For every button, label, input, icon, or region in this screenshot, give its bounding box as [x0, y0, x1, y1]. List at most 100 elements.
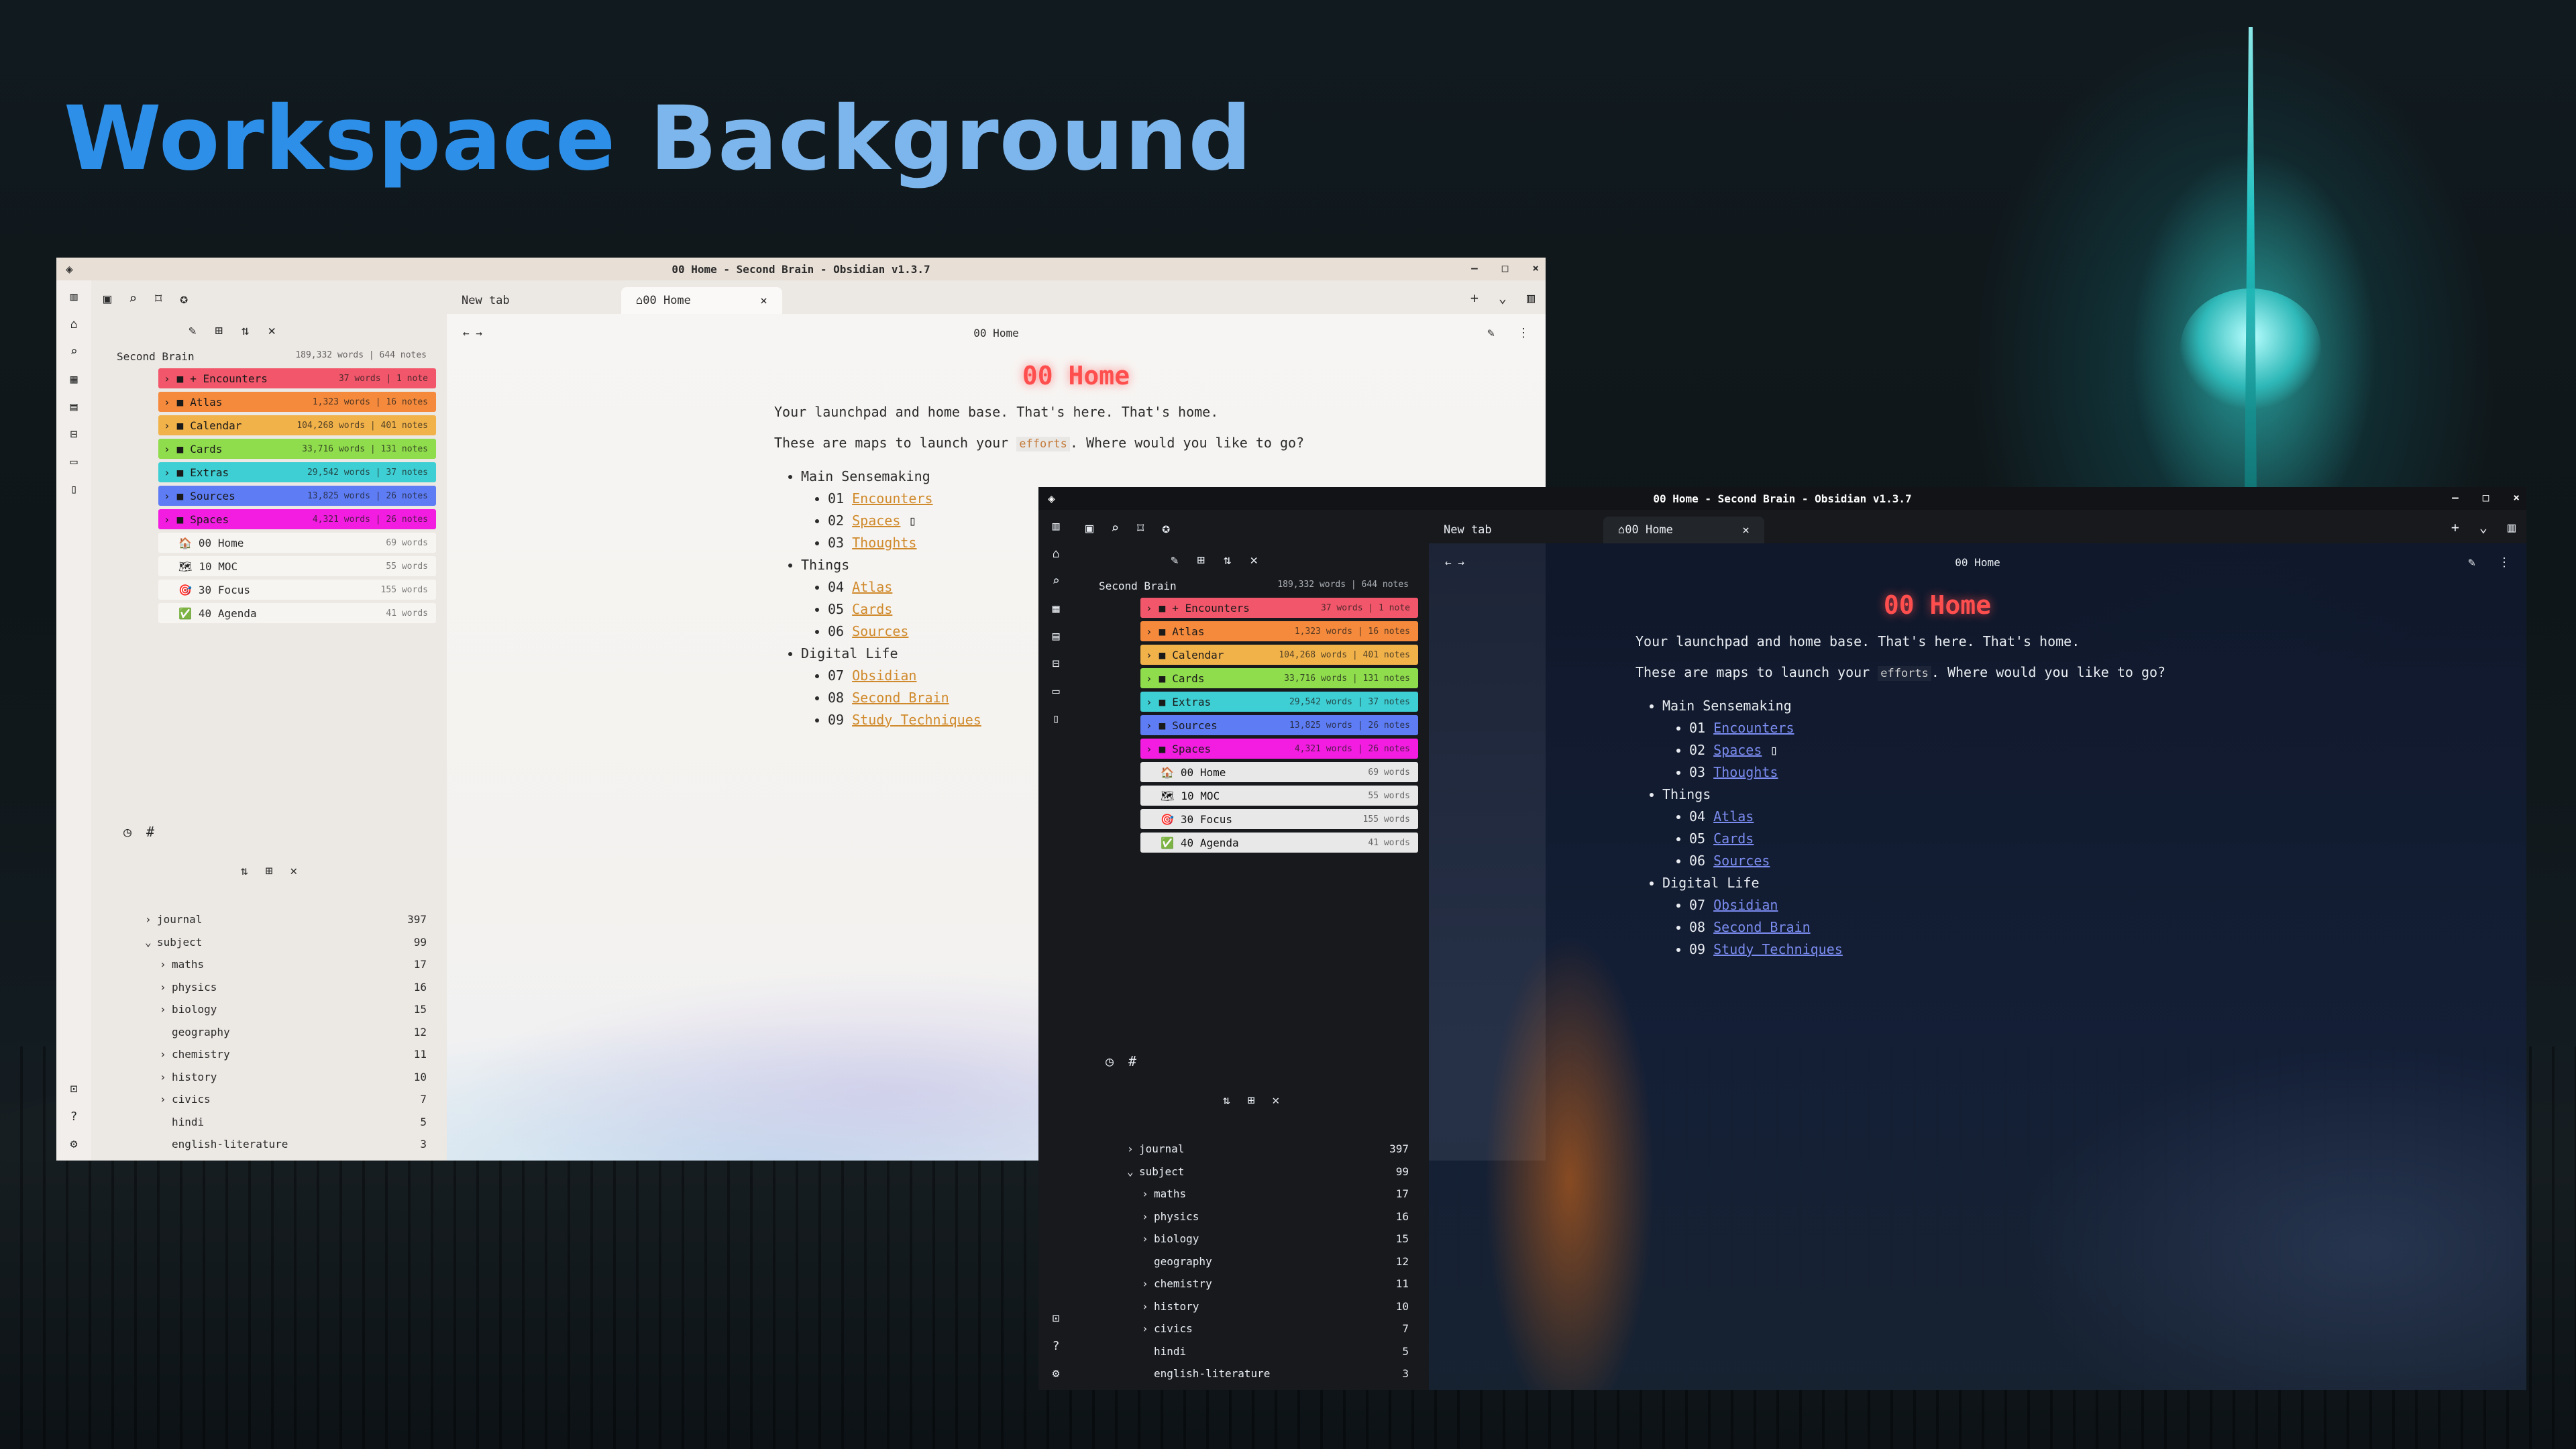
tag-item[interactable]: › chemistry 11: [1127, 1273, 1429, 1295]
tag-item[interactable]: › biology 15: [145, 998, 447, 1021]
tab-list-icon[interactable]: ⌄: [2479, 519, 2487, 535]
help-icon[interactable]: ?: [1053, 1339, 1060, 1353]
hashtag-icon[interactable]: #: [1128, 1053, 1136, 1069]
minimize-button[interactable]: –: [2452, 491, 2459, 504]
calendar-icon[interactable]: ▦: [70, 372, 78, 386]
home-icon[interactable]: ⌂: [70, 317, 78, 331]
new-folder-icon[interactable]: ⊞: [1197, 553, 1205, 568]
folder-item[interactable]: › ■ Calendar 104,268 words | 401 notes: [1140, 645, 1418, 665]
tab-new[interactable]: New tab: [1429, 517, 1603, 543]
sidebar-toggle-icon[interactable]: ▥: [1053, 519, 1060, 533]
internal-link[interactable]: Encounters: [1713, 720, 1794, 736]
folder-item[interactable]: › ■ Extras 29,542 words | 37 notes: [1140, 692, 1418, 712]
settings-icon[interactable]: ⚙: [1053, 1366, 1060, 1381]
search-icon[interactable]: ⌕: [70, 345, 78, 359]
new-note-icon[interactable]: ✎: [1171, 553, 1178, 568]
tag-item[interactable]: › chemistry 11: [145, 1043, 447, 1066]
calendar-icon[interactable]: ▦: [1053, 602, 1060, 616]
internal-link[interactable]: Cards: [852, 601, 892, 617]
tag-item[interactable]: › physics 16: [1127, 1205, 1429, 1228]
close-button[interactable]: ×: [2513, 491, 2520, 504]
tag-item[interactable]: english-lang2: [145, 1156, 447, 1161]
sidebar-toggle-icon[interactable]: ▥: [70, 290, 78, 304]
tab-new[interactable]: New tab: [447, 287, 621, 314]
home-icon[interactable]: ⌂: [1053, 547, 1060, 561]
internal-link[interactable]: Atlas: [852, 579, 892, 595]
folder-icon[interactable]: ▣: [1085, 520, 1093, 536]
internal-link[interactable]: Atlas: [1713, 808, 1754, 824]
internal-link[interactable]: Obsidian: [1713, 897, 1778, 913]
note-item[interactable]: 🎯 30 Focus 155 words: [1140, 809, 1418, 829]
internal-link[interactable]: Cards: [1713, 830, 1754, 847]
internal-link[interactable]: Spaces: [852, 513, 900, 529]
note-item[interactable]: 🎯 30 Focus 155 words: [158, 580, 436, 600]
help-icon[interactable]: ?: [70, 1110, 78, 1124]
hashtag-icon[interactable]: #: [146, 824, 154, 840]
vault-switch-icon[interactable]: ⊡: [1053, 1311, 1060, 1326]
bookmark-icon[interactable]: ⌑: [154, 290, 162, 307]
tag-item[interactable]: › civics 7: [145, 1088, 447, 1111]
folder-item[interactable]: › ■ Spaces 4,321 words | 26 notes: [158, 509, 436, 529]
close-tab-icon[interactable]: ×: [1726, 523, 1750, 537]
collapse-icon[interactable]: ✕: [1250, 553, 1257, 568]
tag-pane-icon[interactable]: ✪: [1162, 520, 1170, 536]
folder-item[interactable]: › ■ Atlas 1,323 words | 16 notes: [1140, 621, 1418, 641]
note-item[interactable]: ✅ 40 Agenda 41 words: [158, 603, 436, 623]
folder-item[interactable]: › ■ + Encounters 37 words | 1 note: [1140, 598, 1418, 618]
folder-item[interactable]: › ■ + Encounters 37 words | 1 note: [158, 368, 436, 388]
sort-icon[interactable]: ⇅: [1223, 1093, 1230, 1108]
tab-home[interactable]: ⌂ 00 Home ×: [621, 287, 782, 314]
new-tab-icon[interactable]: +: [1470, 290, 1479, 306]
tag-item[interactable]: › maths 17: [145, 953, 447, 976]
tag-item[interactable]: › biology 15: [1127, 1228, 1429, 1250]
tag-item[interactable]: › history 10: [145, 1066, 447, 1089]
tag-item[interactable]: english-literature 3: [1127, 1362, 1429, 1385]
new-tab-icon[interactable]: +: [2451, 519, 2459, 535]
internal-link[interactable]: Sources: [852, 623, 908, 639]
clipboard-icon[interactable]: ▯: [70, 482, 78, 496]
settings-icon[interactable]: ⚙: [70, 1137, 78, 1151]
folder-item[interactable]: › ■ Atlas 1,323 words | 16 notes: [158, 392, 436, 412]
inbox-icon[interactable]: ⊟: [70, 427, 78, 441]
internal-link[interactable]: Sources: [1713, 853, 1770, 869]
note-item[interactable]: 🗺 10 MOC 55 words: [1140, 786, 1418, 806]
folder-item[interactable]: › ■ Cards 33,716 words | 131 notes: [158, 439, 436, 459]
archive-icon[interactable]: ▭: [70, 455, 78, 469]
internal-link[interactable]: Second Brain: [852, 690, 949, 706]
bookmark-icon[interactable]: ⌑: [1136, 520, 1144, 536]
folder-item[interactable]: › ■ Sources 13,825 words | 26 notes: [158, 486, 436, 506]
sort-icon[interactable]: ⇅: [241, 323, 249, 338]
right-sidebar-icon[interactable]: ▥: [2508, 519, 2516, 535]
folder-item[interactable]: › ■ Spaces 4,321 words | 26 notes: [1140, 739, 1418, 759]
internal-link[interactable]: Thoughts: [1713, 764, 1778, 780]
search-icon[interactable]: ⌕: [1111, 520, 1119, 536]
recent-files-icon[interactable]: ◷: [123, 824, 131, 840]
new-folder-icon[interactable]: ⊞: [215, 323, 223, 338]
internal-link[interactable]: Obsidian: [852, 667, 916, 684]
nested-tags-icon[interactable]: ⊞: [1248, 1093, 1255, 1108]
search-icon[interactable]: ⌕: [1053, 574, 1060, 588]
sort-icon[interactable]: ⇅: [1224, 553, 1231, 568]
nested-tags-icon[interactable]: ⊞: [266, 864, 273, 878]
folder-item[interactable]: › ■ Extras 29,542 words | 37 notes: [158, 462, 436, 482]
tab-home[interactable]: ⌂ 00 Home ×: [1603, 517, 1764, 543]
folder-item[interactable]: › ■ Calendar 104,268 words | 401 notes: [158, 415, 436, 435]
tag-item[interactable]: hindi 5: [1127, 1340, 1429, 1363]
tab-list-icon[interactable]: ⌄: [1499, 290, 1507, 306]
right-sidebar-icon[interactable]: ▥: [1527, 290, 1535, 306]
note-item[interactable]: 🏠 00 Home 69 words: [158, 533, 436, 553]
internal-link[interactable]: Thoughts: [852, 535, 916, 551]
tag-item[interactable]: english-literature 3: [145, 1133, 447, 1156]
tag-item[interactable]: ⌄ subject 99: [1127, 1161, 1429, 1183]
archive-icon[interactable]: ▭: [1053, 684, 1060, 698]
tag-item[interactable]: hindi 5: [145, 1111, 447, 1134]
collapse-icon[interactable]: ✕: [268, 323, 275, 338]
minimize-button[interactable]: –: [1471, 262, 1478, 274]
folder-icon[interactable]: ▣: [103, 290, 111, 307]
note-item[interactable]: ✅ 40 Agenda 41 words: [1140, 833, 1418, 853]
folder-item[interactable]: › ■ Cards 33,716 words | 131 notes: [1140, 668, 1418, 688]
maximize-button[interactable]: □: [1502, 262, 1509, 274]
tag-item[interactable]: geography 12: [1127, 1250, 1429, 1273]
sort-icon[interactable]: ⇅: [241, 864, 248, 878]
note-item[interactable]: 🏠 00 Home 69 words: [1140, 762, 1418, 782]
